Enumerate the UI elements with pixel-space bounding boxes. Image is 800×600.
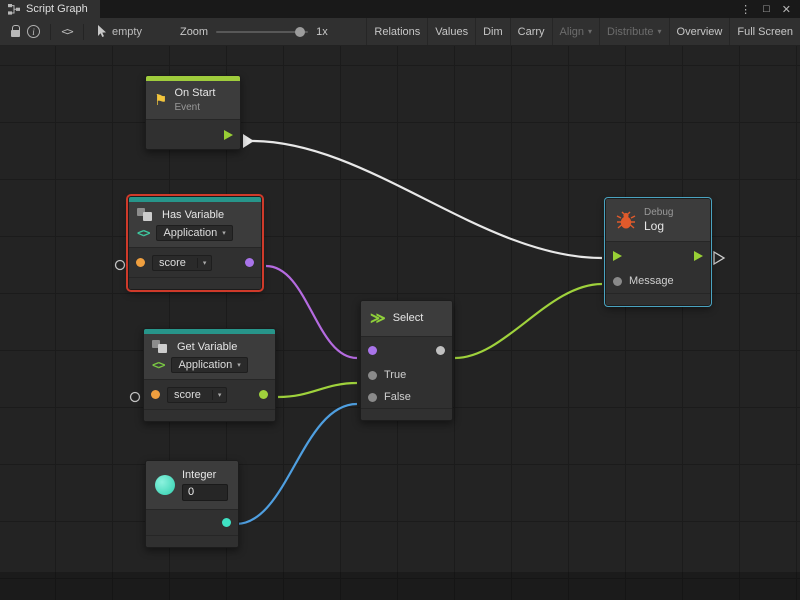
true-port-label: True xyxy=(384,369,406,381)
flag-icon: ⚑ xyxy=(154,93,167,108)
node-title: Integer xyxy=(182,469,228,482)
node-title: On Start xyxy=(174,87,215,100)
align-button[interactable]: Align▾ xyxy=(552,18,599,45)
graph-icon xyxy=(8,4,20,15)
window-controls: ⋮ □ ✕ xyxy=(740,0,800,18)
node-integer[interactable]: Integer 0 xyxy=(145,460,239,548)
true-in-port[interactable] xyxy=(368,371,377,380)
toolbar-divider xyxy=(50,24,51,40)
get-variable-object-port[interactable] xyxy=(131,393,140,402)
variable-name-dropdown[interactable]: score ▾ xyxy=(152,255,212,271)
result-out-port[interactable] xyxy=(436,346,445,355)
dim-button[interactable]: Dim xyxy=(475,18,510,45)
value-out-port[interactable] xyxy=(222,518,231,527)
edge-get-variable-to-select-true[interactable] xyxy=(278,383,357,397)
title-bar: Script Graph ⋮ □ ✕ xyxy=(0,0,800,18)
distribute-button[interactable]: Distribute▾ xyxy=(599,18,668,45)
window-close-button[interactable]: ✕ xyxy=(782,3,791,16)
chevron-down-icon: ▾ xyxy=(197,258,212,268)
node-get-variable[interactable]: Get Variable <> Application ▾ score ▾ xyxy=(143,328,276,422)
selection-label: empty xyxy=(112,26,142,38)
angle-brackets-icon: <> xyxy=(61,25,72,38)
integer-value-field[interactable]: 0 xyxy=(182,484,228,501)
chevron-down-icon: ▾ xyxy=(588,27,592,36)
toolbar-buttons: Relations Values Dim Carry Align▾ Distri… xyxy=(366,18,800,45)
tab-script-graph[interactable]: Script Graph xyxy=(0,0,100,18)
relations-button[interactable]: Relations xyxy=(366,18,427,45)
variables-stack-icon xyxy=(137,208,155,222)
tab-title: Script Graph xyxy=(26,3,88,15)
info-button[interactable]: i xyxy=(24,18,43,45)
false-in-port[interactable] xyxy=(368,393,377,402)
full-screen-button[interactable]: Full Screen xyxy=(729,18,800,45)
message-port-label: Message xyxy=(629,275,674,287)
chevron-down-icon: ▾ xyxy=(658,27,662,36)
node-has-variable[interactable]: Has Variable <> Application ▾ score ▾ xyxy=(128,196,262,290)
window-menu-button[interactable]: ⋮ xyxy=(740,3,751,16)
values-button[interactable]: Values xyxy=(427,18,475,45)
zoom-value: 1x xyxy=(316,26,328,38)
message-in-port[interactable] xyxy=(613,277,622,286)
node-title: Get Variable xyxy=(177,341,237,354)
variable-name-dropdown[interactable]: score ▾ xyxy=(167,387,227,403)
zoom-label: Zoom xyxy=(180,26,208,38)
flow-out-port[interactable] xyxy=(694,251,703,261)
zoom-slider-knob[interactable] xyxy=(295,27,305,37)
node-category: Debug xyxy=(644,207,673,218)
toolbar-divider xyxy=(83,24,84,40)
window-maximize-button[interactable]: □ xyxy=(763,3,770,15)
cursor-icon xyxy=(97,25,107,38)
overview-button[interactable]: Overview xyxy=(669,18,730,45)
result-out-port[interactable] xyxy=(245,258,254,267)
false-port-label: False xyxy=(384,391,411,403)
debug-log-flow-out-port[interactable] xyxy=(714,252,724,264)
flow-in-port[interactable] xyxy=(613,251,622,261)
value-out-port[interactable] xyxy=(259,390,268,399)
variable-brackets-icon: <> xyxy=(137,226,149,240)
name-in-port[interactable] xyxy=(151,390,160,399)
flow-arrowhead xyxy=(243,134,254,148)
node-debug-log[interactable]: Debug Log Message xyxy=(605,198,711,306)
info-icon: i xyxy=(27,25,40,38)
variable-brackets-icon: <> xyxy=(152,358,164,372)
carry-button[interactable]: Carry xyxy=(510,18,552,45)
scope-dropdown[interactable]: Application ▾ xyxy=(171,357,247,373)
lock-icon xyxy=(11,30,20,37)
edge-has-variable-to-select[interactable] xyxy=(266,266,357,358)
node-select[interactable]: ≫ Select True False xyxy=(360,300,453,421)
node-title: Has Variable xyxy=(162,209,224,222)
select-icon: ≫ xyxy=(370,311,386,326)
node-subtitle: Event xyxy=(174,102,215,113)
node-title: Log xyxy=(644,220,673,233)
lock-button[interactable] xyxy=(6,18,24,45)
edge-on-start-to-debug-log[interactable] xyxy=(252,141,602,258)
angle-brackets-button[interactable]: <> xyxy=(58,18,76,45)
canvas-bottom-shade xyxy=(0,572,800,600)
zoom-slider[interactable] xyxy=(216,31,308,33)
graph-toolbar: i <> empty Zoom 1x Relations Values Dim … xyxy=(0,18,800,46)
scope-dropdown[interactable]: Application ▾ xyxy=(156,225,232,241)
script-graph-window: Script Graph ⋮ □ ✕ i <> empty Zoom 1x Re… xyxy=(0,0,800,600)
integer-icon xyxy=(155,475,175,495)
graph-canvas[interactable]: ⚑ On Start Event Has Variable <> Applica… xyxy=(0,46,800,600)
zoom-control: Zoom 1x xyxy=(180,26,328,38)
condition-in-port[interactable] xyxy=(368,346,377,355)
variables-stack-icon xyxy=(152,340,170,354)
selection-info: empty xyxy=(97,25,142,38)
chevron-down-icon: ▾ xyxy=(212,390,227,400)
node-on-start[interactable]: ⚑ On Start Event xyxy=(145,75,241,150)
name-in-port[interactable] xyxy=(136,258,145,267)
flow-out-port[interactable] xyxy=(224,130,233,140)
has-variable-object-port[interactable] xyxy=(116,261,125,270)
chevron-down-icon: ▾ xyxy=(222,229,226,237)
node-title: Select xyxy=(393,312,424,325)
chevron-down-icon: ▾ xyxy=(237,361,241,369)
edge-integer-to-select-false[interactable] xyxy=(236,404,357,524)
edge-select-to-debug-log-message[interactable] xyxy=(455,284,602,358)
bug-icon xyxy=(615,211,637,230)
